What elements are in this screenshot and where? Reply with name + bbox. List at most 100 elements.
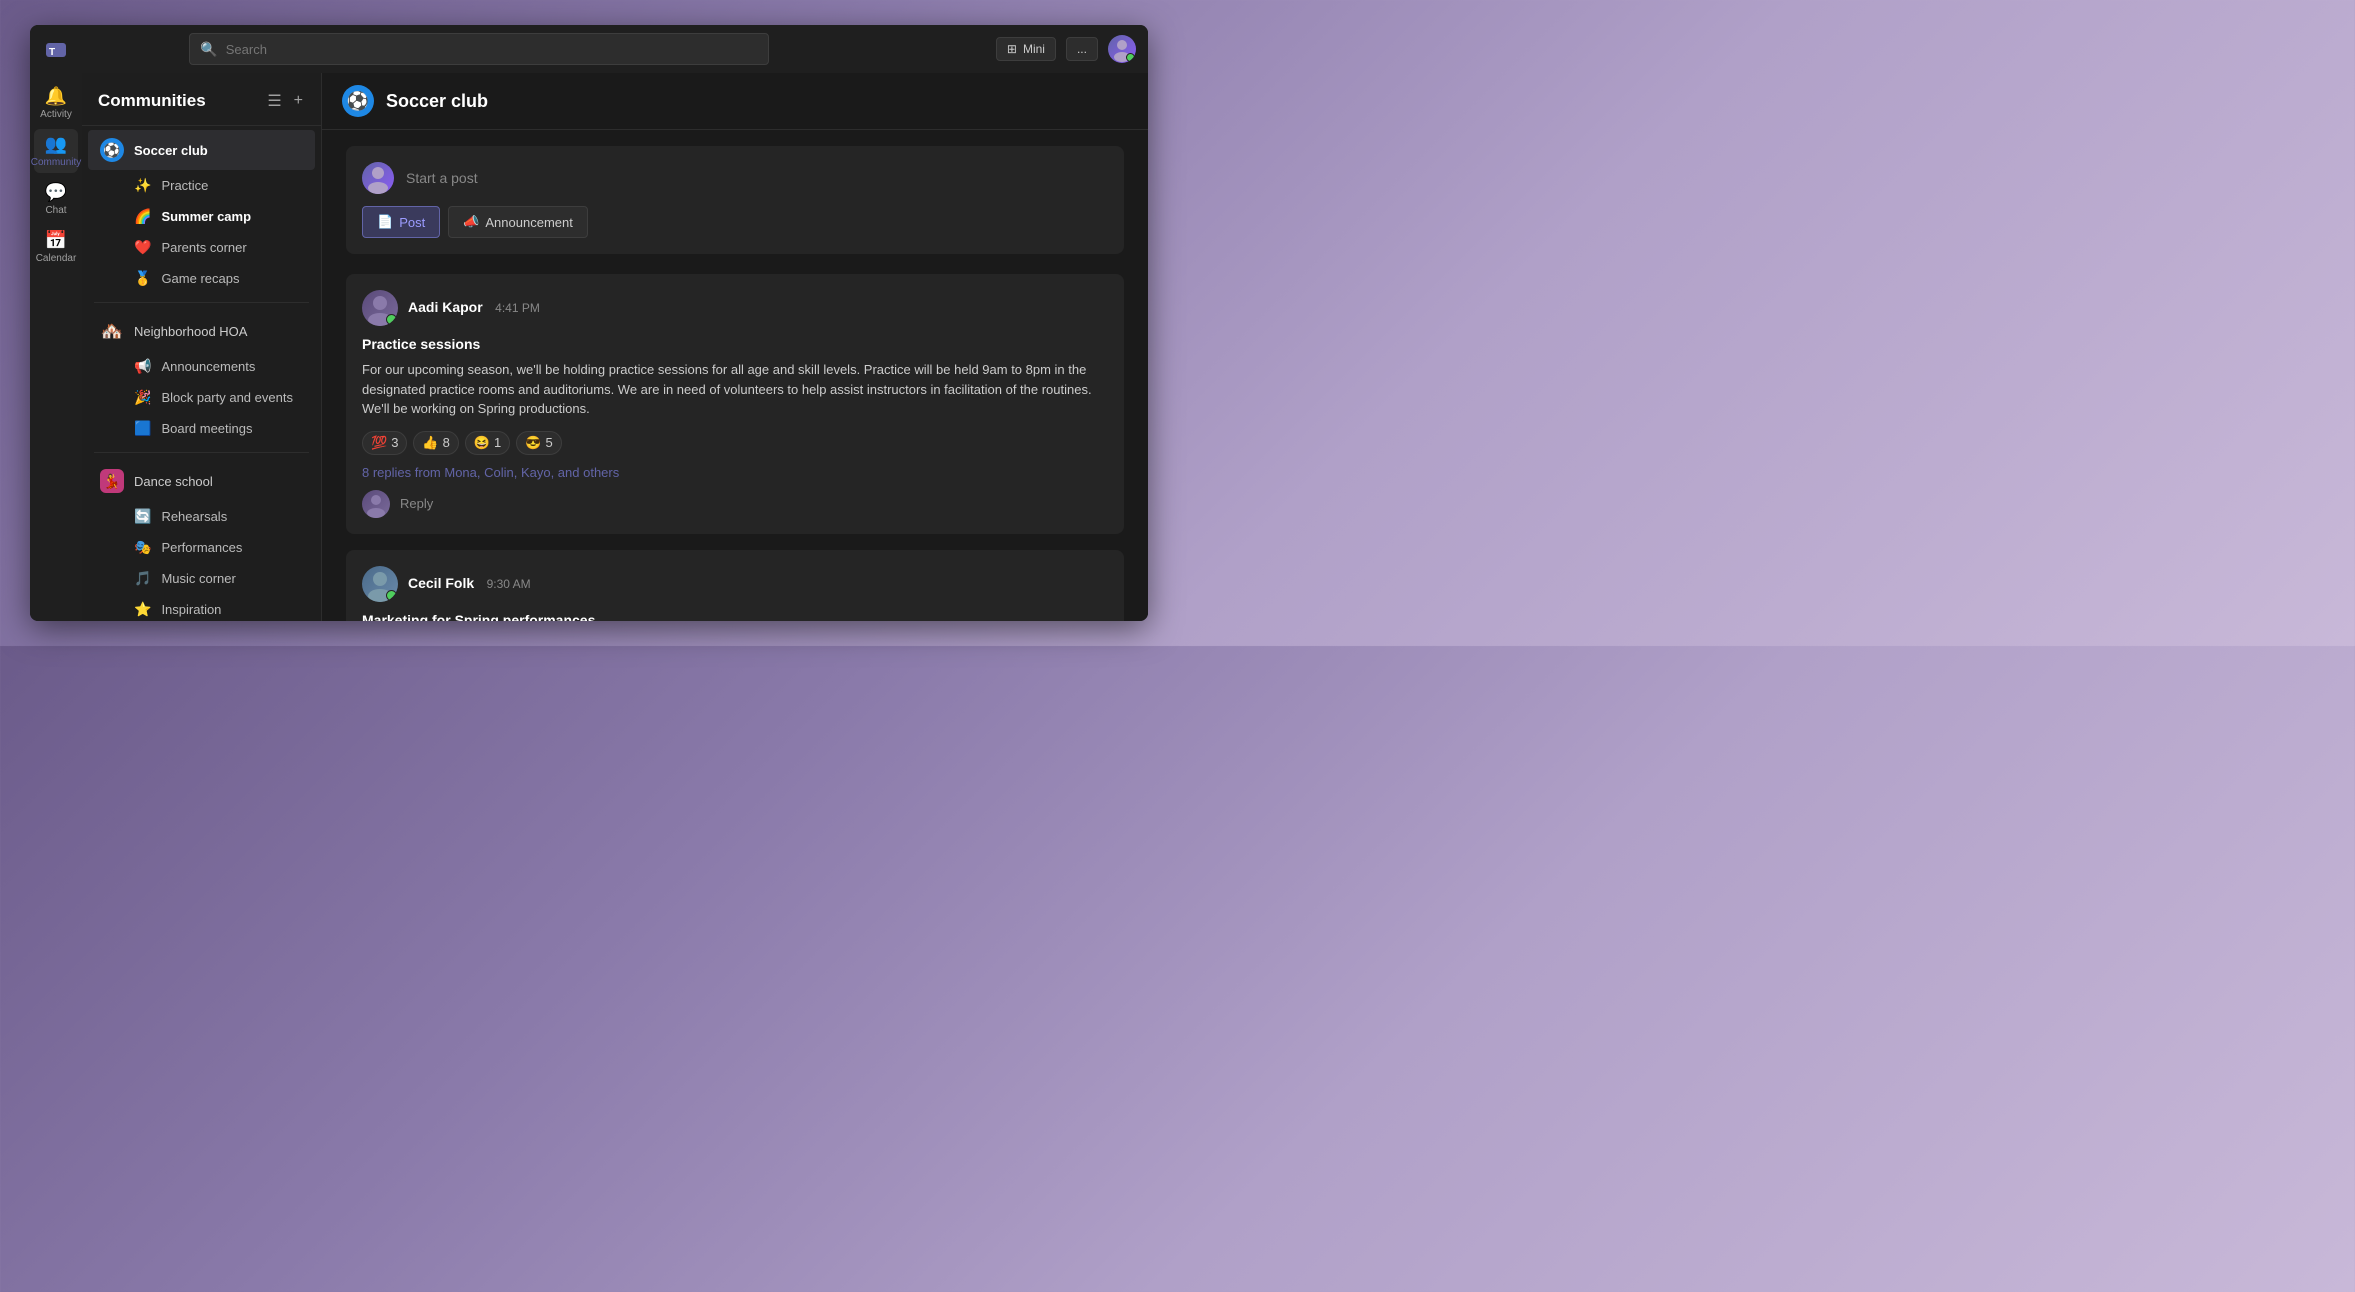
sidebar-item-label-block-party: Block party and events xyxy=(161,390,293,405)
reaction-fire[interactable]: 💯 3 xyxy=(362,431,407,455)
title-bar: T 🔍 ⊞ Mini ... xyxy=(30,25,1148,73)
reaction-laugh-count: 1 xyxy=(494,435,501,450)
performances-icon: 🎭 xyxy=(134,539,151,556)
content-header: ⚽ Soccer club xyxy=(322,73,1148,130)
post-header-1: Aadi Kapor 4:41 PM xyxy=(362,290,1108,326)
sidebar-item-label-rehearsals: Rehearsals xyxy=(161,509,227,524)
post-time-1: 4:41 PM xyxy=(495,301,540,315)
reaction-thumbsup[interactable]: 👍 8 xyxy=(413,431,458,455)
sidebar-item-board-meetings[interactable]: 🟦 Board meetings xyxy=(88,413,315,444)
sidebar-item-label-performances: Performances xyxy=(161,540,242,555)
reactions-1: 💯 3 👍 8 😆 1 😎 5 xyxy=(362,431,1108,455)
post-avatar-2 xyxy=(362,566,398,602)
reaction-cool-emoji: 😎 xyxy=(525,435,541,451)
sidebar-item-label-practice: Practice xyxy=(161,178,208,193)
sidebar-item-parents-corner[interactable]: ❤️ Parents corner xyxy=(88,232,315,263)
reaction-cool[interactable]: 😎 5 xyxy=(516,431,561,455)
reply-button-1[interactable]: Reply xyxy=(400,496,433,511)
title-bar-right: ⊞ Mini ... xyxy=(996,35,1136,63)
composer-placeholder[interactable]: Start a post xyxy=(406,170,478,186)
nav-item-calendar[interactable]: 📅 Calendar xyxy=(34,225,78,269)
channel-title: Soccer club xyxy=(386,91,488,112)
sidebar-item-label-announcements: Announcements xyxy=(161,359,255,374)
post-time-2: 9:30 AM xyxy=(487,577,531,591)
hoa-icon: 🏘️ xyxy=(100,319,124,343)
soccer-club-icon: ⚽ xyxy=(100,138,124,162)
more-button[interactable]: ... xyxy=(1066,37,1098,61)
post-author-2: Cecil Folk xyxy=(408,575,474,591)
mini-button[interactable]: ⊞ Mini xyxy=(996,37,1056,61)
content-area: ⚽ Soccer club Start a post xyxy=(322,73,1148,621)
mini-icon: ⊞ xyxy=(1007,42,1017,56)
sidebar-item-label-board-meetings: Board meetings xyxy=(161,421,252,436)
post-icon: 📄 xyxy=(377,214,393,230)
chat-icon: 💬 xyxy=(45,182,67,203)
reaction-laugh-emoji: 😆 xyxy=(474,435,490,451)
user-avatar[interactable] xyxy=(1108,35,1136,63)
parents-corner-icon: ❤️ xyxy=(134,239,151,256)
post-body-1: For our upcoming season, we'll be holdin… xyxy=(362,360,1108,419)
inspiration-icon: ⭐ xyxy=(134,601,151,618)
post-composer: Start a post 📄 Post 📣 Announcement xyxy=(346,146,1124,254)
replies-link-1[interactable]: 8 replies from Mona, Colin, Kayo, and ot… xyxy=(362,465,1108,480)
post-item-practice-sessions: Aadi Kapor 4:41 PM Practice sessions For… xyxy=(346,274,1124,534)
community-group-soccer: ⚽ Soccer club ✨ Practice 🌈 Summer camp ❤… xyxy=(82,130,321,294)
sidebar-item-summer-camp[interactable]: 🌈 Summer camp xyxy=(88,201,315,232)
post-item-marketing: Cecil Folk 9:30 AM Marketing for Spring … xyxy=(346,550,1124,622)
mini-label: Mini xyxy=(1023,42,1045,56)
sidebar-item-dance-school[interactable]: 💃 Dance school xyxy=(88,461,315,501)
divider-2 xyxy=(94,452,309,453)
filter-button[interactable]: ☰ xyxy=(265,89,283,113)
nav-item-activity[interactable]: 🔔 Activity xyxy=(34,81,78,125)
game-recaps-icon: 🥇 xyxy=(134,270,151,287)
sidebar-item-neighborhood-hoa[interactable]: 🏘️ Neighborhood HOA xyxy=(88,311,315,351)
community-group-hoa: 🏘️ Neighborhood HOA 📢 Announcements 🎉 Bl… xyxy=(82,311,321,444)
sidebar-item-rehearsals[interactable]: 🔄 Rehearsals xyxy=(88,501,315,532)
more-label: ... xyxy=(1077,42,1087,56)
reaction-cool-count: 5 xyxy=(545,435,552,450)
sidebar-item-game-recaps[interactable]: 🥇 Game recaps xyxy=(88,263,315,294)
community-icon: 👥 xyxy=(45,134,67,155)
sidebar-item-block-party[interactable]: 🎉 Block party and events xyxy=(88,382,315,413)
practice-icon: ✨ xyxy=(134,177,151,194)
sidebar-item-label-hoa: Neighborhood HOA xyxy=(134,324,247,339)
sidebar-item-performances[interactable]: 🎭 Performances xyxy=(88,532,315,563)
sidebar-item-announcements[interactable]: 📢 Announcements xyxy=(88,351,315,382)
nav-item-chat[interactable]: 💬 Chat xyxy=(34,177,78,221)
search-bar[interactable]: 🔍 xyxy=(189,33,769,65)
app-window: T 🔍 ⊞ Mini ... xyxy=(30,25,1148,621)
search-icon: 🔍 xyxy=(200,41,217,58)
add-community-button[interactable]: + xyxy=(292,90,305,112)
nav-label-calendar: Calendar xyxy=(36,253,77,264)
announcement-icon: 📣 xyxy=(463,214,479,230)
sidebar-item-music-corner[interactable]: 🎵 Music corner xyxy=(88,563,315,594)
reaction-thumbsup-emoji: 👍 xyxy=(422,435,438,451)
rehearsals-icon: 🔄 xyxy=(134,508,151,525)
post-meta-1: Aadi Kapor 4:41 PM xyxy=(408,299,540,317)
announcement-button[interactable]: 📣 Announcement xyxy=(448,206,588,238)
search-input[interactable] xyxy=(226,42,759,57)
sidebar-item-label-soccer: Soccer club xyxy=(134,143,208,158)
content-scroll: Start a post 📄 Post 📣 Announcement xyxy=(322,130,1148,621)
nav-label-community: Community xyxy=(31,157,82,168)
sidebar-item-label-game-recaps: Game recaps xyxy=(161,271,239,286)
sidebar-title: Communities xyxy=(98,91,206,111)
sidebar-item-practice[interactable]: ✨ Practice xyxy=(88,170,315,201)
reaction-laugh[interactable]: 😆 1 xyxy=(465,431,510,455)
sidebar-item-inspiration[interactable]: ⭐ Inspiration xyxy=(88,594,315,621)
svg-text:T: T xyxy=(49,47,55,58)
post-button[interactable]: 📄 Post xyxy=(362,206,440,238)
reaction-fire-emoji: 💯 xyxy=(371,435,387,451)
sidebar-item-soccer-club[interactable]: ⚽ Soccer club xyxy=(88,130,315,170)
composer-actions: 📄 Post 📣 Announcement xyxy=(362,206,1108,238)
post-author-1: Aadi Kapor xyxy=(408,299,483,315)
post-title-2: Marketing for Spring performances xyxy=(362,612,1108,622)
block-party-icon: 🎉 xyxy=(134,389,151,406)
sidebar-header: Communities ☰ + xyxy=(82,73,321,126)
sidebar-item-label-inspiration: Inspiration xyxy=(161,602,221,617)
nav-item-community[interactable]: 👥 Community xyxy=(34,129,78,173)
post-title-1: Practice sessions xyxy=(362,336,1108,352)
divider-1 xyxy=(94,302,309,303)
sidebar: Communities ☰ + ⚽ Soccer club ✨ Practice xyxy=(82,73,322,621)
channel-icon: ⚽ xyxy=(342,85,374,117)
